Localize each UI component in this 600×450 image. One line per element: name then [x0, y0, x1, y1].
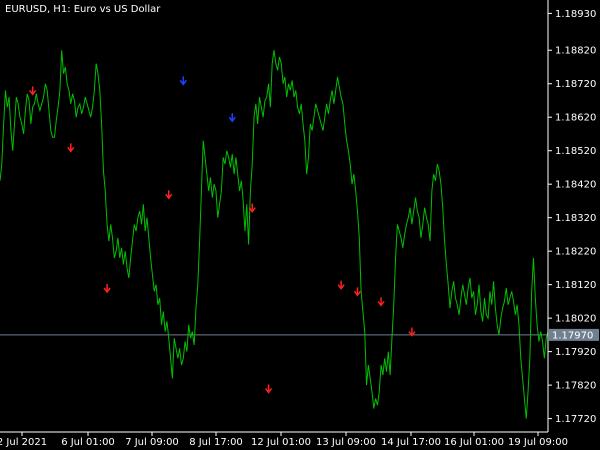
buy-arrow-icon — [228, 113, 236, 123]
sell-arrow-icon — [165, 190, 173, 200]
price-axis: 1.18930 1.18820 1.18720 1.18620 1.18520 1.184… — [547, 0, 599, 432]
sell-arrow-icon — [353, 287, 362, 297]
current-price-label: 1.17970 — [552, 330, 593, 341]
sell-arrow-icon — [67, 143, 75, 153]
chart-title: EURUSD, H1: Euro vs US Dollar — [5, 4, 161, 15]
y-tick-label: 1.18220 — [555, 247, 596, 258]
y-tick-label: 1.17720 — [555, 414, 596, 425]
y-tick-label: 1.18320 — [555, 213, 596, 224]
x-tick-label: 14 Jul 17:00 — [381, 437, 441, 448]
x-tick-label: 8 Jul 17:00 — [189, 437, 243, 448]
y-tick-label: 1.18930 — [555, 9, 596, 20]
y-tick-label: 1.18720 — [555, 79, 596, 90]
sell-arrow-icon — [377, 297, 385, 307]
plot-area[interactable] — [0, 50, 549, 419]
time-axis: 2 Jul 2021 6 Jul 01:00 7 Jul 09:00 8 Jul 17… — [0, 431, 568, 448]
x-tick-label: 16 Jul 01:00 — [444, 437, 504, 448]
y-tick-label: 1.18420 — [555, 180, 596, 191]
y-tick-label: 1.18820 — [555, 46, 596, 57]
y-tick-label: 1.17820 — [555, 381, 596, 392]
x-tick-label: 6 Jul 01:00 — [61, 437, 115, 448]
sell-arrow-icon — [264, 384, 273, 394]
y-tick-label: 1.18020 — [555, 314, 596, 325]
x-tick-label: 7 Jul 09:00 — [125, 437, 179, 448]
y-tick-label: 1.17920 — [555, 347, 596, 358]
sell-arrow-icon — [337, 280, 345, 290]
x-tick-label: 19 Jul 09:00 — [508, 437, 568, 448]
price-chart[interactable]: 1.18930 1.18820 1.18720 1.18620 1.18520 1.184… — [0, 0, 600, 450]
sell-arrow-icon — [408, 327, 416, 337]
x-tick-label: 12 Jul 01:00 — [251, 437, 311, 448]
x-tick-label: 13 Jul 09:00 — [316, 437, 376, 448]
chart-window[interactable]: 1.18930 1.18820 1.18720 1.18620 1.18520 1.184… — [0, 0, 600, 450]
buy-arrow-icon — [179, 76, 187, 86]
y-tick-label: 1.18120 — [555, 280, 596, 291]
y-tick-label: 1.18620 — [555, 113, 596, 124]
sell-arrow-icon — [29, 86, 37, 96]
y-tick-label: 1.18520 — [555, 146, 596, 157]
sell-arrow-icon — [103, 284, 111, 294]
price-line — [0, 50, 549, 419]
x-tick-label: 2 Jul 2021 — [0, 437, 47, 448]
